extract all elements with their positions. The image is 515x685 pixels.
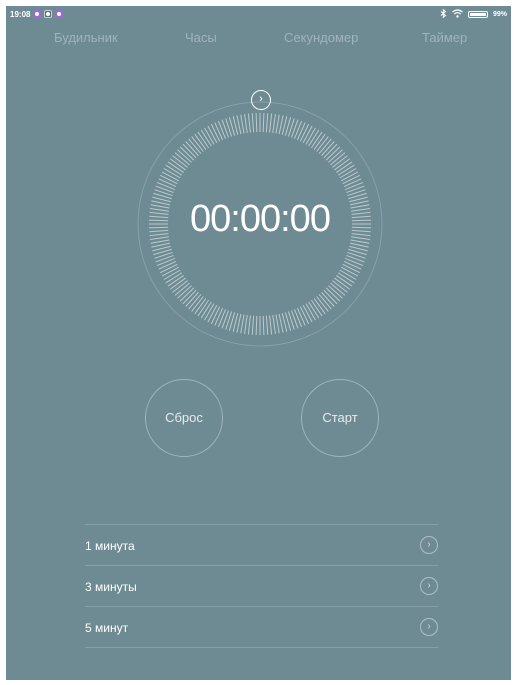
notification-icon [33, 10, 41, 18]
dial-tick [155, 185, 174, 194]
dial-tick [236, 313, 242, 333]
dial-tick [158, 178, 177, 188]
dial-tick [278, 115, 284, 135]
dial-tick [160, 263, 178, 274]
dial-tick [278, 313, 284, 333]
timer-display: 00:00:00 [190, 198, 331, 240]
dial-tick [156, 258, 175, 267]
dial-tick [296, 307, 306, 326]
tab-bar: Будильник Часы Секундомер Таймер [6, 30, 511, 60]
dial-tick [217, 309, 226, 328]
bluetooth-icon [440, 8, 447, 20]
battery-icon [467, 11, 488, 18]
dial-tick [269, 315, 273, 335]
chevron-right-icon: › [420, 618, 438, 636]
dial-tick [214, 122, 224, 141]
dial-tick [156, 181, 175, 190]
dial-tick [302, 304, 313, 323]
chevron-right-icon: › [420, 577, 438, 595]
dial-tick [343, 260, 362, 270]
dial-tick [210, 124, 221, 142]
dial-tick [349, 242, 369, 248]
dial-tick [158, 260, 177, 270]
dial-tick [290, 119, 299, 138]
dial-tick [240, 314, 245, 334]
notification-icon [55, 10, 63, 18]
dial-tick [299, 124, 310, 142]
dial-tick [240, 114, 245, 134]
tab-alarm[interactable]: Будильник [54, 30, 118, 45]
dial-tick [207, 304, 218, 323]
dial-tick [255, 315, 258, 335]
preset-label: 3 минуты [85, 580, 137, 594]
dial-tick [251, 315, 255, 335]
dial-tick [275, 114, 280, 134]
reset-button[interactable]: Сброс [145, 379, 223, 457]
battery-fill [469, 13, 486, 16]
dial-tick [296, 122, 306, 141]
preset-list: 1 минута › 3 минуты › 5 минут › [85, 524, 438, 648]
preset-item-5-minutes[interactable]: 5 минут › [85, 606, 438, 648]
dial-tick [345, 181, 364, 190]
dial-tick [290, 310, 299, 329]
status-icons: 99% [440, 8, 507, 20]
dial-tick [346, 254, 365, 263]
dial-tick [346, 185, 365, 194]
dial-tick [340, 266, 359, 277]
dial-tick [207, 125, 218, 144]
dial-tick [269, 113, 273, 133]
dial-tick [161, 266, 180, 277]
dial-tick [161, 171, 180, 182]
dial-tick [342, 263, 360, 274]
chevron-right-icon: › [420, 536, 438, 554]
status-time: 19:08 [10, 10, 31, 19]
dial-tick [262, 113, 265, 133]
chevron-right-icon: › [259, 93, 263, 105]
preset-label: 5 минут [85, 621, 129, 635]
dial-tick [265, 113, 269, 133]
notification-icon [44, 10, 52, 18]
preset-label: 1 минута [85, 539, 135, 553]
dial-tick [275, 314, 280, 334]
status-bar: 19:08 99% [6, 6, 511, 24]
dial-tick [340, 171, 359, 182]
tab-timer[interactable]: Таймер [422, 30, 467, 45]
tab-clock[interactable]: Часы [185, 30, 217, 45]
wifi-icon [452, 9, 463, 20]
dial-tick [343, 178, 362, 188]
dial-tick [302, 125, 313, 144]
dial-tick [251, 113, 255, 133]
dial-tick [247, 113, 251, 133]
dial-tick [236, 115, 242, 135]
timer-screen: 19:08 99% Будильник Часы Секундомер Тайм… [6, 6, 511, 680]
dial-tick [265, 315, 269, 335]
dial-tick [221, 310, 230, 329]
dial-tick [272, 315, 276, 334]
dial-tick [342, 174, 360, 185]
dial-tick [294, 309, 303, 328]
tab-stopwatch[interactable]: Секундомер [284, 30, 358, 45]
dial-tick [210, 306, 221, 324]
dial-tick [262, 315, 265, 335]
dial-tick [294, 120, 303, 139]
dial-handle[interactable]: › [251, 90, 271, 110]
dial-tick [151, 242, 171, 248]
dial-tick [255, 113, 258, 133]
dial-tick [247, 315, 251, 335]
dial-tick [244, 114, 248, 133]
preset-item-3-minutes[interactable]: 3 минуты › [85, 565, 438, 606]
dial-tick [214, 307, 224, 326]
dial-tick [221, 119, 230, 138]
dial-tick [160, 174, 178, 185]
dial-tick [272, 114, 276, 133]
dial-tick [217, 120, 226, 139]
dial-tick [299, 306, 310, 324]
battery-percent: 99% [492, 11, 507, 18]
dial-tick [244, 315, 248, 334]
dial-tick [345, 258, 364, 267]
timer-dial[interactable]: 00:00:00 [136, 100, 384, 348]
dial-tick [155, 254, 174, 263]
preset-item-1-minute[interactable]: 1 минута › [85, 524, 438, 565]
start-button[interactable]: Старт [301, 379, 379, 457]
